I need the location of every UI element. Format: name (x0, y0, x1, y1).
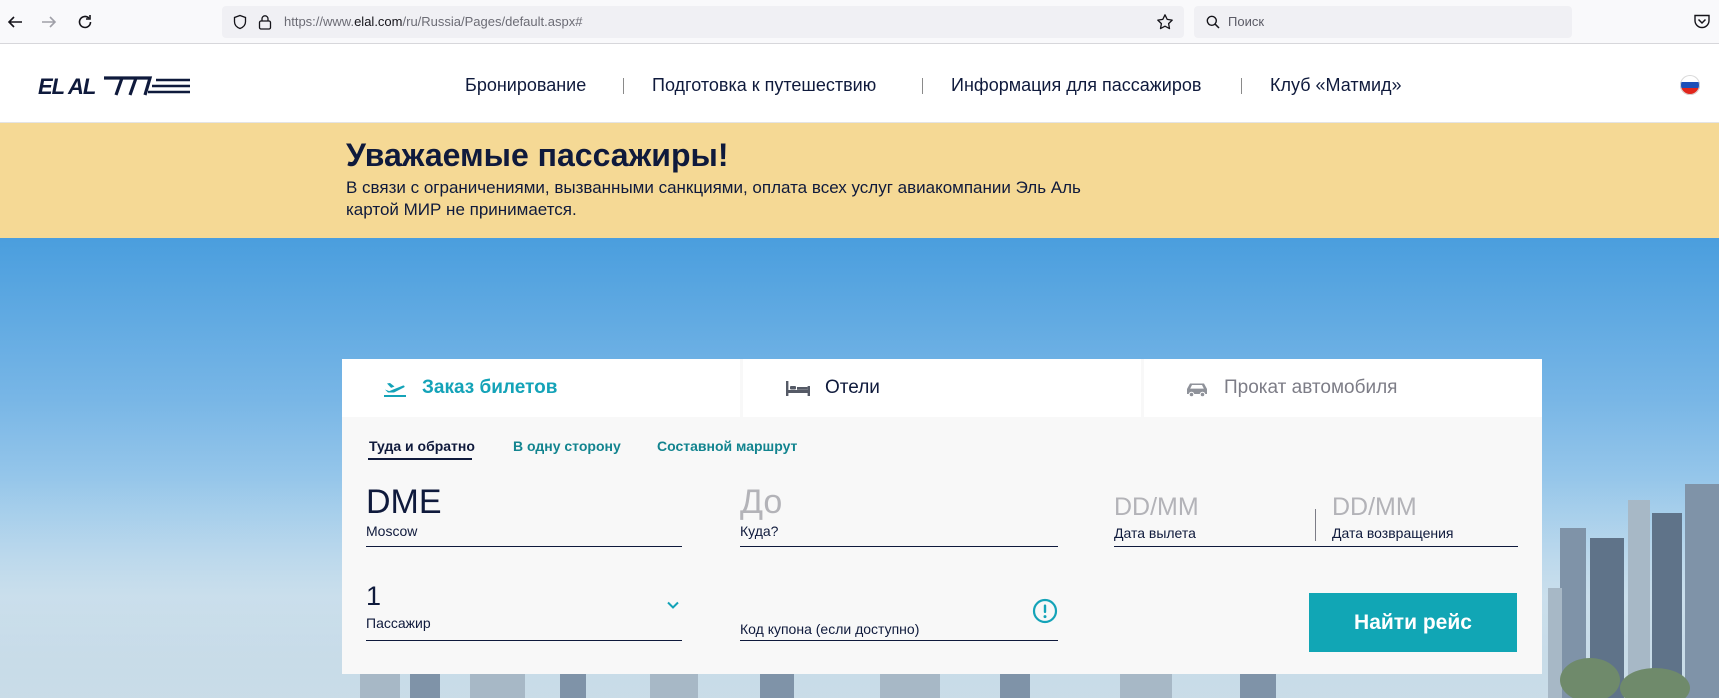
coupon-field[interactable]: Код купона (если доступно) (740, 621, 1058, 641)
origin-underline (366, 546, 682, 547)
coupon-underline (740, 640, 1058, 641)
address-bar[interactable]: https://www.elal.com/ru/Russia/Pages/def… (222, 6, 1184, 38)
trip-type-active-underline (368, 458, 472, 460)
forward-icon[interactable] (38, 11, 60, 33)
main-menu: Бронирование Подготовка к путешествию Ин… (0, 75, 1719, 99)
origin-code: DME (366, 483, 442, 521)
tab-cars[interactable]: Прокат автомобиля (1144, 359, 1542, 417)
origin-city: Moscow (366, 523, 418, 539)
origin-field[interactable]: DME Moscow (366, 483, 682, 547)
chevron-down-icon[interactable] (666, 600, 680, 610)
tracking-shield-icon[interactable] (232, 14, 248, 30)
site-header: EL AL Бронирование Подготовка к путешест… (0, 45, 1719, 123)
notice-title: Уважаемые пассажиры! (346, 137, 729, 173)
tab-hotels-label: Отели (825, 377, 880, 398)
depart-date-placeholder: DD/MM (1114, 493, 1199, 521)
search-flight-button[interactable]: Найти рейс (1309, 593, 1517, 652)
passengers-field[interactable]: 1 Пассажир (366, 581, 682, 641)
bookmark-star-icon[interactable] (1156, 13, 1174, 31)
destination-placeholder: До (740, 483, 783, 521)
back-icon[interactable] (4, 11, 26, 33)
trip-type-round-trip[interactable]: Туда и обратно (369, 438, 475, 454)
coupon-info-icon[interactable] (1032, 598, 1058, 624)
browser-toolbar: https://www.elal.com/ru/Russia/Pages/def… (0, 0, 1719, 44)
trip-type-one-way[interactable]: В одну сторону (513, 438, 621, 454)
menu-divider (1241, 78, 1242, 94)
skyline-tree (1560, 658, 1620, 698)
return-date-field[interactable]: DD/MM Дата возвращения (1332, 491, 1518, 547)
menu-item-passenger-info[interactable]: Информация для пассажиров (951, 75, 1201, 96)
menu-divider (922, 78, 923, 94)
car-icon (1187, 383, 1207, 398)
search-icon (1206, 15, 1220, 29)
search-placeholder: Поиск (1228, 14, 1265, 29)
flag-ring (1680, 75, 1700, 95)
passengers-label: Пассажир (366, 615, 431, 631)
url-text: https://www.elal.com/ru/Russia/Pages/def… (284, 14, 583, 29)
return-date-label: Дата возвращения (1332, 525, 1454, 541)
notice-text: В связи с ограничениями, вызванными санк… (346, 178, 1081, 219)
menu-item-matmid-club[interactable]: Клуб «Матмид» (1270, 75, 1402, 96)
dates-underline-wrap (1114, 546, 1518, 547)
reload-icon[interactable] (74, 11, 96, 33)
tab-flights[interactable]: Заказ билетов (342, 359, 740, 417)
bed-icon (786, 381, 810, 396)
destination-underline (740, 546, 1058, 547)
pocket-icon[interactable] (1693, 12, 1711, 30)
browser-search-bar[interactable]: Поиск (1194, 6, 1572, 38)
dates-underline (1114, 546, 1518, 547)
booking-widget: Заказ билетов Отели Прокат автомобиля Ту… (342, 359, 1542, 674)
plane-departure-icon (384, 383, 406, 397)
tab-hotels[interactable]: Отели (743, 359, 1141, 417)
destination-field[interactable]: До Куда? (740, 483, 1058, 547)
menu-item-travel-prep[interactable]: Подготовка к путешествию (652, 75, 876, 96)
lock-icon[interactable] (258, 14, 272, 30)
menu-item-booking[interactable]: Бронирование (465, 75, 586, 96)
tab-flights-label: Заказ билетов (422, 377, 558, 398)
passengers-count: 1 (366, 581, 382, 611)
depart-date-label: Дата вылета (1114, 525, 1196, 541)
menu-divider (623, 78, 624, 94)
tab-cars-label: Прокат автомобиля (1224, 377, 1398, 398)
skyline-building (1685, 484, 1719, 698)
return-date-placeholder: DD/MM (1332, 493, 1417, 521)
notice-banner: Уважаемые пассажиры! В связи с ограничен… (0, 123, 1719, 238)
coupon-label: Код купона (если доступно) (740, 621, 920, 637)
trip-type-multi-city[interactable]: Составной маршрут (657, 438, 797, 454)
date-divider (1315, 509, 1316, 541)
passengers-underline (366, 640, 682, 641)
destination-label: Куда? (740, 523, 779, 539)
depart-date-field[interactable]: DD/MM Дата вылета (1114, 491, 1314, 547)
booking-tabs: Заказ билетов Отели Прокат автомобиля (342, 359, 1542, 417)
